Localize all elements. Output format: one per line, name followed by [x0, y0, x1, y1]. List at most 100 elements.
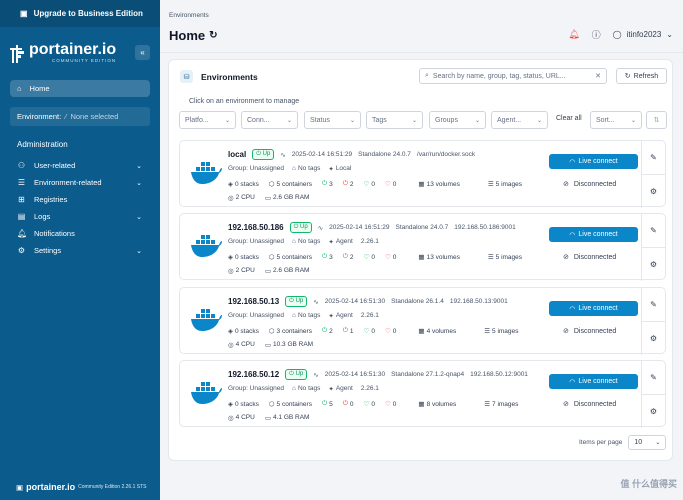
- filter-label: Conn...: [247, 116, 270, 124]
- edit-environment-button[interactable]: ✎: [642, 141, 665, 174]
- clear-search-icon[interactable]: ✕: [595, 72, 601, 80]
- status-badge: ⏻ Up: [285, 296, 308, 307]
- env-group: Group: Unassigned: [228, 238, 285, 245]
- header-actions: 🔔︎ ⓘ ◯ itinfo2023 ⌄: [568, 28, 673, 41]
- gear-icon: ⚙: [649, 406, 658, 416]
- tag-icon: ⌂: [292, 385, 296, 392]
- environment-value: None selected: [70, 112, 119, 121]
- sidebar-item-logs[interactable]: ▤ Logs ⌄: [0, 208, 160, 225]
- disconnected-icon: ⊘: [563, 254, 569, 261]
- docker-icon: [191, 162, 222, 184]
- environment-settings-button[interactable]: ⚙: [642, 321, 665, 354]
- env-agent: Agent: [335, 385, 353, 392]
- clear-all-button[interactable]: Clear all: [556, 115, 582, 122]
- user-icon: ◯: [612, 30, 622, 39]
- live-connect-button[interactable]: ◠ Live connect: [549, 227, 638, 242]
- env-resources-row: ◎ 2 CPU ▭ 2.6 GB RAM: [228, 267, 309, 275]
- status-badge: ⏻ Up: [289, 222, 312, 233]
- ram-icon: ▭: [264, 415, 271, 422]
- heartbeat-icon: ∿: [280, 151, 286, 159]
- env-type: Standalone 26.1.4: [391, 298, 444, 305]
- volumes-icon: ▦: [418, 328, 425, 335]
- environment-card[interactable]: 192.168.50.13 ⏻ Up ∿ 2025-02-14 16:51:30 …: [179, 287, 666, 355]
- sidebar-item-notifications[interactable]: 🔔︎ Notifications: [0, 225, 160, 242]
- env-volumes: 4 volumes: [426, 327, 457, 335]
- bell-icon: 🔔︎: [17, 229, 28, 238]
- sidebar-item-environment-related[interactable]: ☰ Environment-related ⌄: [0, 174, 160, 191]
- page-title-text: Home: [169, 28, 206, 43]
- filter-agent[interactable]: Agent... ⌄: [491, 111, 548, 129]
- environments-icon: ⛁: [180, 70, 193, 83]
- containers-icon: ⬡: [268, 328, 275, 335]
- filter-tags[interactable]: Tags ⌄: [366, 111, 423, 129]
- agent-icon: ✦: [328, 166, 334, 173]
- disconnected-icon: ⊘: [563, 181, 569, 188]
- search-input[interactable]: ⌕ Search by name, group, tag, status, UR…: [419, 68, 607, 84]
- unhealthy-icon: ♡: [384, 401, 391, 408]
- environment-selector[interactable]: Environment: ∕ None selected: [10, 107, 150, 126]
- live-connect-button[interactable]: ◠ Live connect: [549, 301, 638, 316]
- chevron-down-icon: ⌄: [349, 117, 355, 124]
- edit-environment-button[interactable]: ✎: [642, 361, 665, 394]
- breadcrumb[interactable]: Environments: [169, 12, 209, 19]
- filter-label: Status: [310, 116, 330, 124]
- env-stacks: 0 stacks: [235, 253, 259, 261]
- sidebar-item-settings[interactable]: ⚙ Settings ⌄: [0, 242, 160, 259]
- environment-card[interactable]: local ⏻ Up ∿ 2025-02-14 16:51:29 Standalo…: [179, 140, 666, 208]
- live-connect-button[interactable]: ◠ Live connect: [549, 154, 638, 169]
- items-per-page-select[interactable]: 10 ⌄: [628, 435, 667, 450]
- cpu-icon: ◎: [228, 415, 234, 422]
- refresh-button[interactable]: ↻ Refresh: [616, 68, 667, 84]
- sidebar-item-home[interactable]: ⌂ Home: [10, 80, 150, 97]
- env-images: 5 images: [495, 180, 523, 188]
- environment-card[interactable]: 192.168.50.12 ⏻ Up ∿ 2025-02-14 16:51:30 …: [179, 360, 666, 428]
- stacks-icon: ◈: [228, 328, 233, 335]
- connection-status-text: Disconnected: [573, 180, 617, 188]
- refresh-icon[interactable]: ↻: [209, 30, 217, 41]
- env-running: 5: [329, 400, 333, 408]
- logo-text: portainer.io: [29, 40, 117, 58]
- sidebar-item-user-related[interactable]: ⚇ User-related ⌄: [0, 157, 160, 174]
- env-running: 3: [329, 253, 333, 261]
- filter-status[interactable]: Status ⌄: [304, 111, 361, 129]
- volumes-icon: ▦: [418, 401, 425, 408]
- env-name: 192.168.50.186: [228, 223, 284, 232]
- gear-icon: ⚙: [649, 259, 658, 269]
- environment-card[interactable]: 192.168.50.186 ⏻ Up ∿ 2025-02-14 16:51:29…: [179, 213, 666, 281]
- env-url: /var/run/docker.sock: [416, 151, 476, 158]
- edit-environment-button[interactable]: ✎: [642, 214, 665, 247]
- env-side-actions: ✎ ⚙: [641, 361, 665, 428]
- env-tags: No tags: [297, 238, 321, 245]
- filter-groups[interactable]: Groups ⌄: [429, 111, 486, 129]
- live-connect-button[interactable]: ◠ Live connect: [549, 374, 638, 389]
- env-healthy: 0: [371, 327, 375, 335]
- chevron-down-icon: ⌄: [224, 117, 230, 124]
- env-group: Group: Unassigned: [228, 312, 285, 319]
- filter-platform[interactable]: Platfo... ⌄: [179, 111, 236, 129]
- admin-section-title: Administration: [17, 140, 68, 149]
- unhealthy-icon: ♡: [384, 254, 391, 261]
- env-running: 2: [329, 327, 333, 335]
- sort-order-button[interactable]: ⇅: [646, 111, 667, 129]
- collapse-sidebar-button[interactable]: «: [135, 44, 150, 60]
- sort-label: Sort...: [596, 116, 615, 124]
- environment-settings-button[interactable]: ⚙: [642, 247, 665, 280]
- sliders-icon: ☰: [17, 178, 26, 187]
- env-header-row: 192.168.50.12 ⏻ Up ∿ 2025-02-14 16:51:30 …: [228, 369, 528, 380]
- help-icon[interactable]: ⓘ: [592, 28, 601, 41]
- registries-icon: ⊞: [18, 195, 25, 204]
- notification-bell-icon[interactable]: 🔔︎: [568, 29, 579, 40]
- edit-environment-button[interactable]: ✎: [642, 288, 665, 321]
- connection-status: ⊘ Disconnected: [563, 253, 616, 262]
- sidebar-item-registries[interactable]: ⊞ Registries: [0, 191, 160, 208]
- disconnected-icon: ⊘: [563, 401, 569, 408]
- environment-settings-button[interactable]: ⚙: [642, 174, 665, 207]
- sort-select[interactable]: Sort... ⌄: [590, 111, 642, 129]
- env-meta-row: Group: Unassigned ⌂ No tags ✦ Agent 2.26.1: [228, 385, 379, 393]
- user-menu[interactable]: ◯ itinfo2023 ⌄: [613, 30, 673, 39]
- environment-settings-button[interactable]: ⚙: [642, 394, 665, 427]
- upgrade-banner[interactable]: ▣ Upgrade to Business Edition: [0, 0, 160, 27]
- filter-connection[interactable]: Conn... ⌄: [241, 111, 298, 129]
- env-stacks: 0 stacks: [235, 400, 259, 408]
- env-cpu: 2 CPU: [235, 194, 255, 201]
